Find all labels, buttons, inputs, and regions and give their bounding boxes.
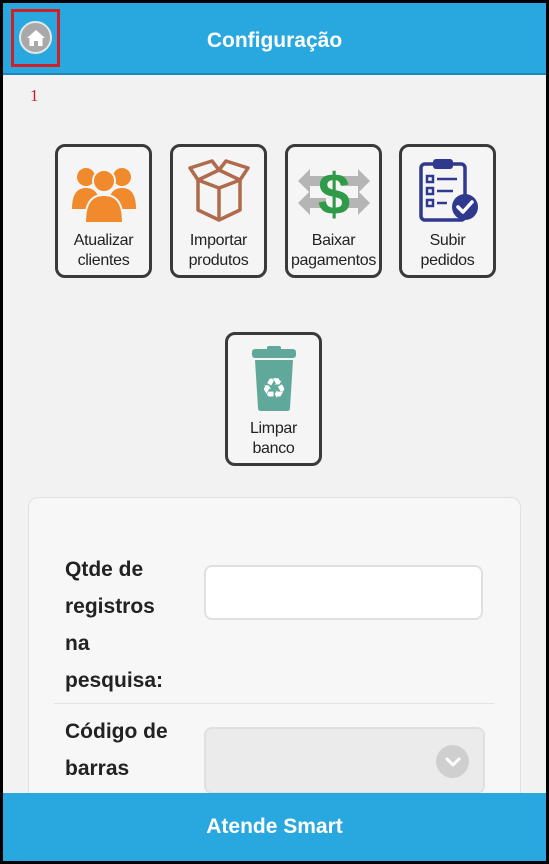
svg-text:$: $ <box>317 162 349 225</box>
download-payments-label: Baixar pagamentos <box>290 232 377 269</box>
recycle-bin-icon: ♻ <box>228 343 319 415</box>
settings-form: Qtde de registros na pesquisa: Código de… <box>28 497 521 837</box>
upload-orders-button[interactable]: Subir pedidos <box>399 144 496 278</box>
svg-text:♻: ♻ <box>261 372 286 405</box>
page-title: Configuração <box>206 29 343 52</box>
barcode-label: Código de barras <box>65 720 168 780</box>
records-count-label: Qtde de registros na pesquisa: <box>65 558 164 692</box>
import-products-label: Importar produtos <box>188 232 249 269</box>
clipboard-check-icon <box>402 155 493 227</box>
box-icon <box>173 155 264 227</box>
upload-orders-label: Subir pedidos <box>420 232 475 269</box>
header-bar: Configuração <box>3 3 546 75</box>
clear-database-label: Limpar banco <box>249 420 298 457</box>
clear-database-button[interactable]: ♻ Limpar banco <box>225 332 322 466</box>
dollar-arrows-icon: $ <box>288 155 379 227</box>
update-clients-button[interactable]: Atualizar clientes <box>55 144 152 278</box>
footer-bar: Atende Smart <box>3 793 546 861</box>
annotation-marker: 1 <box>30 86 39 105</box>
update-clients-label: Atualizar clientes <box>73 232 134 269</box>
app-frame: Configuração 1 Atualizar clientes Import… <box>3 3 546 861</box>
chevron-down-icon[interactable] <box>436 745 469 778</box>
home-icon[interactable] <box>19 21 52 54</box>
barcode-select[interactable] <box>204 727 485 794</box>
app-name: Atende Smart <box>206 815 343 838</box>
records-count-input[interactable] <box>204 565 483 620</box>
people-icon <box>58 155 149 227</box>
form-divider <box>54 703 494 704</box>
home-button[interactable] <box>11 9 60 67</box>
download-payments-button[interactable]: $ Baixar pagamentos <box>285 144 382 278</box>
import-products-button[interactable]: Importar produtos <box>170 144 267 278</box>
